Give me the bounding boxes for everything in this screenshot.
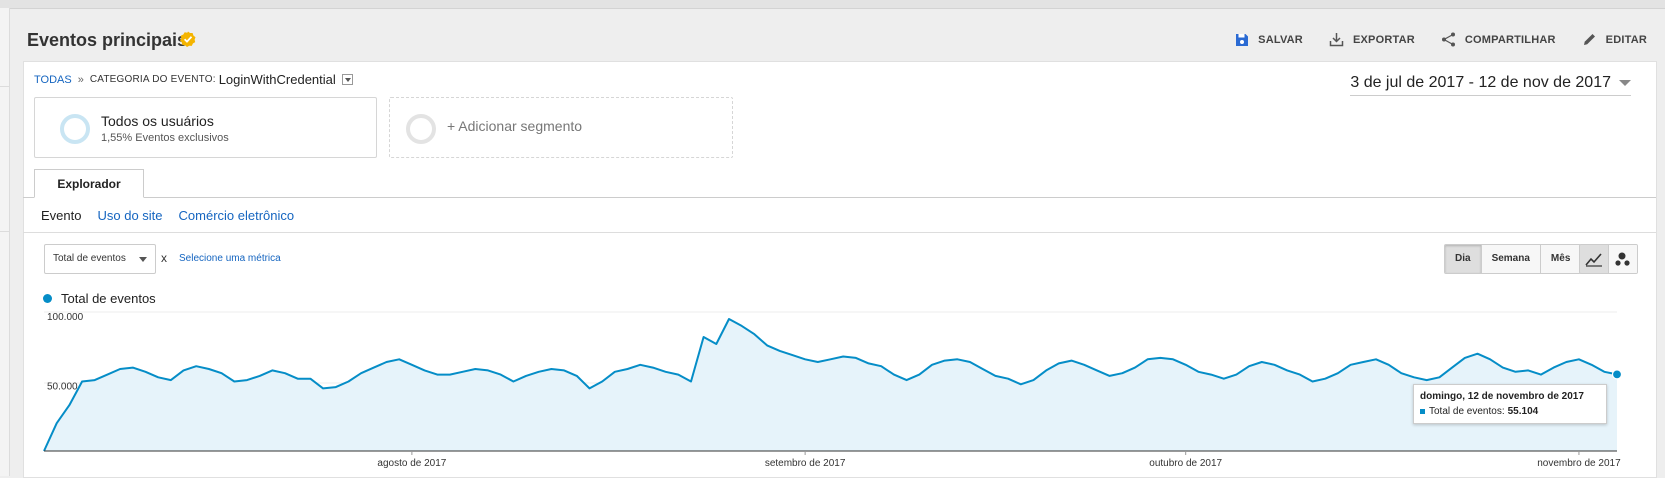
x-tick-label: setembro de 2017 — [765, 458, 846, 469]
series-area-fill — [44, 319, 1617, 451]
highlighted-data-point[interactable] — [1611, 369, 1623, 380]
tooltip-series-square — [1420, 409, 1425, 414]
y-tick-label: 100.000 — [47, 312, 84, 323]
tooltip-title: domingo, 12 de novembro de 2017 — [1420, 391, 1584, 402]
chart-tooltip: domingo, 12 de novembro de 2017 Total de… — [1413, 384, 1607, 424]
tooltip-label: Total de eventos: — [1429, 406, 1505, 417]
y-tick-label: 50.000 — [47, 382, 78, 393]
tooltip-value: 55.104 — [1507, 406, 1539, 417]
x-tick-label: agosto de 2017 — [377, 458, 446, 469]
x-tick-label: outubro de 2017 — [1149, 458, 1222, 469]
x-tick-label: novembro de 2017 — [1537, 458, 1621, 469]
tooltip-row: Total de eventos: 55.104 — [1420, 406, 1538, 417]
